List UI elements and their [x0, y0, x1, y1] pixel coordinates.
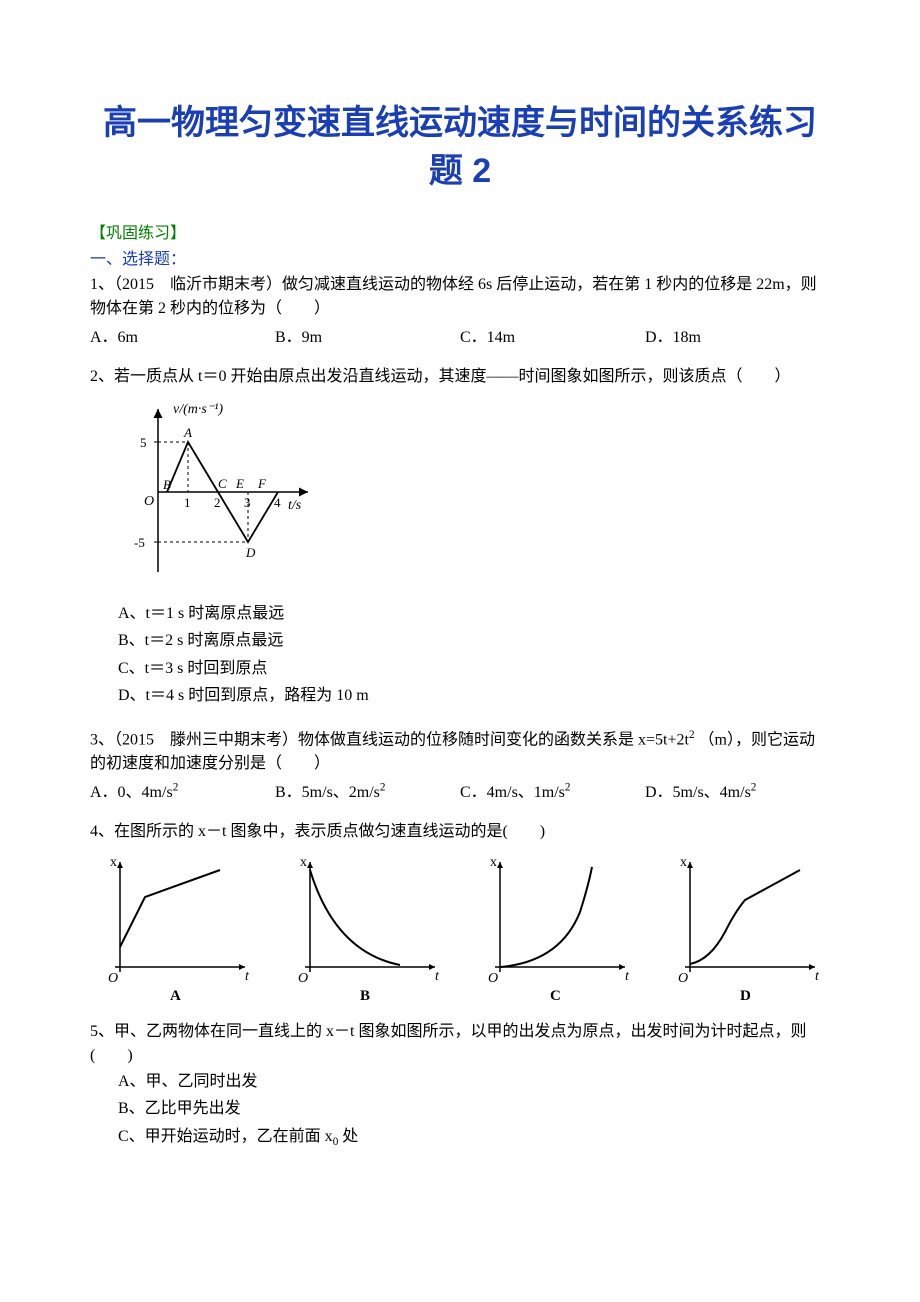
- svg-text:-5: -5: [134, 535, 145, 550]
- svg-text:A: A: [183, 425, 192, 440]
- q3-option-a: A．0、4m/s2: [90, 778, 275, 802]
- svg-text:x: x: [680, 855, 687, 870]
- svg-text:A: A: [170, 988, 181, 1002]
- svg-text:x: x: [300, 855, 307, 870]
- svg-text:t: t: [245, 969, 250, 984]
- q4-graphs-row: x t O A x t O B x t O C: [90, 852, 830, 1002]
- q3-exponent: 2: [689, 729, 695, 741]
- q4-graph-c: x t O C: [470, 852, 640, 1002]
- question-4-text: 4、在图所示的 x－t 图象中，表示质点做匀速直线运动的是( ): [90, 820, 830, 844]
- q1-option-a: A．6m: [90, 323, 275, 347]
- question-3-options: A．0、4m/s2 B．5m/s、2m/s2 C．4m/s、1m/s2 D．5m…: [90, 778, 830, 802]
- q4-graph-a: x t O A: [90, 852, 260, 1002]
- q2-option-b: B、t＝2 s 时离原点最远: [118, 627, 830, 654]
- svg-text:O: O: [678, 971, 688, 986]
- q3-option-d: D．5m/s、4m/s2: [645, 778, 830, 802]
- svg-text:3: 3: [244, 495, 251, 510]
- graph-xlabel: t/s: [288, 498, 302, 513]
- q4-graph-d: x t O D: [660, 852, 830, 1002]
- svg-text:t: t: [815, 969, 820, 984]
- svg-text:D: D: [740, 988, 751, 1002]
- svg-text:D: D: [245, 545, 256, 560]
- q5-option-b: B、乙比甲先出发: [118, 1095, 830, 1122]
- q3-option-b: B．5m/s、2m/s2: [275, 778, 460, 802]
- q3-option-c: C．4m/s、1m/s2: [460, 778, 645, 802]
- q5-option-c: C、甲开始运动时，乙在前面 x0 处: [118, 1123, 830, 1152]
- svg-text:t: t: [435, 969, 440, 984]
- graph-ylabel: v/(m·s⁻¹): [173, 402, 223, 417]
- q1-option-b: B．9m: [275, 323, 460, 347]
- svg-text:2: 2: [214, 495, 221, 510]
- svg-text:B: B: [163, 477, 171, 492]
- svg-text:C: C: [218, 476, 227, 491]
- q4-graph-b: x t O B: [280, 852, 450, 1002]
- q3-text-part1: 3、（2015 滕州三中期末考）物体做直线运动的位移随时间变化的函数关系是 x=…: [90, 731, 689, 748]
- q2-options: A、t＝1 s 时离原点最远 B、t＝2 s 时离原点最远 C、t＝3 s 时回…: [90, 600, 830, 709]
- svg-text:E: E: [235, 476, 244, 491]
- q2-option-a: A、t＝1 s 时离原点最远: [118, 600, 830, 627]
- svg-text:O: O: [488, 971, 498, 986]
- question-1-options: A．6m B．9m C．14m D．18m: [90, 323, 830, 347]
- question-1-text: 1、（2015 临沂市期末考）做匀减速直线运动的物体经 6s 后停止运动，若在第…: [90, 273, 830, 321]
- q5-options: A、甲、乙同时出发 B、乙比甲先出发 C、甲开始运动时，乙在前面 x0 处: [90, 1068, 830, 1152]
- svg-text:t: t: [625, 969, 630, 984]
- svg-text:x: x: [110, 855, 117, 870]
- svg-text:O: O: [108, 971, 118, 986]
- question-3-text: 3、（2015 滕州三中期末考）物体做直线运动的位移随时间变化的函数关系是 x=…: [90, 727, 830, 776]
- svg-text:O: O: [144, 494, 154, 509]
- question-5-text: 5、甲、乙两物体在同一直线上的 x－t 图象如图所示，以甲的出发点为原点，出发时…: [90, 1020, 830, 1068]
- document-title: 高一物理匀变速直线运动速度与时间的关系练习题 2: [90, 100, 830, 195]
- q1-option-d: D．18m: [645, 323, 830, 347]
- q2-graph: v/(m·s⁻¹) 1 2 3 4 t/s 5 -5 O A B C D: [118, 397, 830, 592]
- velocity-time-graph: v/(m·s⁻¹) 1 2 3 4 t/s 5 -5 O A B C D: [118, 397, 338, 587]
- section-label: 【巩固练习】: [90, 219, 830, 243]
- svg-text:5: 5: [140, 435, 147, 450]
- svg-text:1: 1: [184, 495, 191, 510]
- svg-text:O: O: [298, 971, 308, 986]
- question-2-text: 2、若一质点从 t＝0 开始由原点出发沿直线运动，其速度——时间图象如图所示，则…: [90, 365, 830, 389]
- svg-text:C: C: [550, 988, 561, 1002]
- sub-section-label: 一、选择题：: [90, 245, 830, 269]
- q2-option-c: C、t＝3 s 时回到原点: [118, 655, 830, 682]
- svg-text:B: B: [360, 988, 370, 1002]
- q1-option-c: C．14m: [460, 323, 645, 347]
- document-page: 高一物理匀变速直线运动速度与时间的关系练习题 2 【巩固练习】 一、选择题： 1…: [0, 0, 920, 1212]
- svg-text:x: x: [490, 855, 497, 870]
- q2-option-d: D、t＝4 s 时回到原点，路程为 10 m: [118, 682, 830, 709]
- svg-text:F: F: [257, 476, 267, 491]
- q5-option-a: A、甲、乙同时出发: [118, 1068, 830, 1095]
